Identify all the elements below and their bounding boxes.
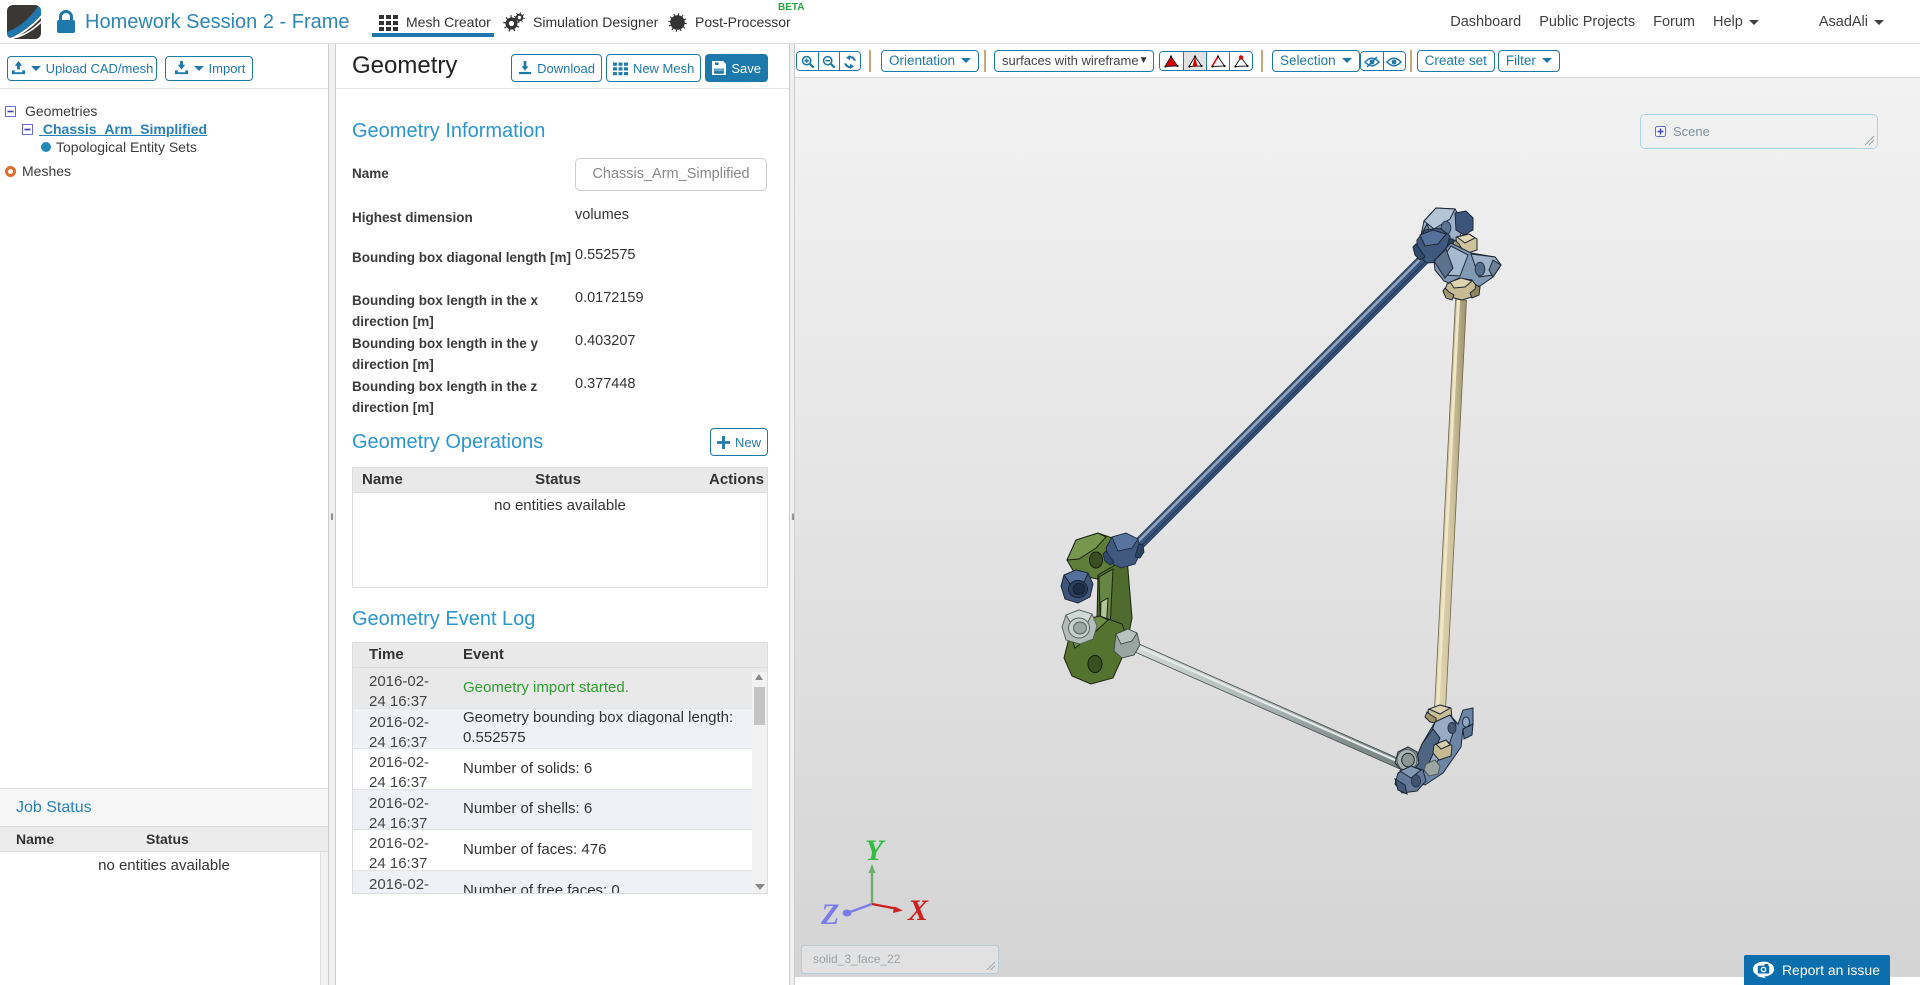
svg-text:X: X bbox=[907, 894, 929, 927]
svg-text:Z: Z bbox=[820, 898, 839, 931]
svg-text:Y: Y bbox=[865, 834, 886, 867]
